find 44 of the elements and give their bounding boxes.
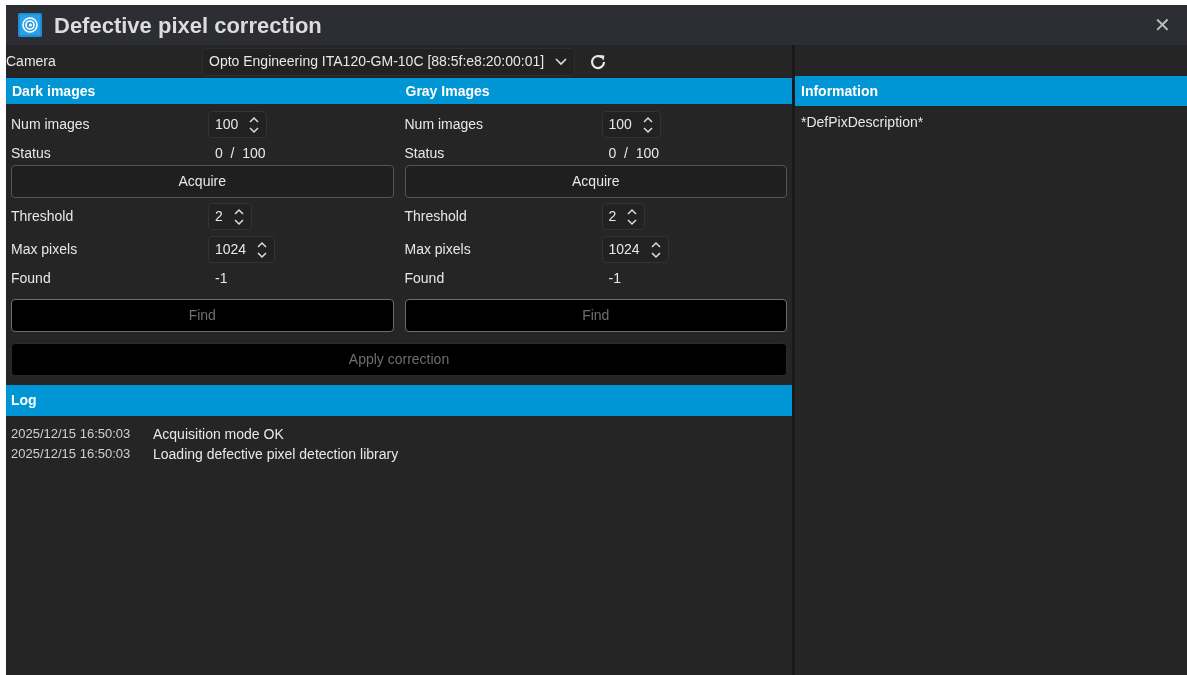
value-text: 0 / 100 xyxy=(607,143,660,163)
field-label: Found xyxy=(11,268,52,288)
acquire-button[interactable]: Acquire xyxy=(404,165,787,198)
number-spinner[interactable]: 2 xyxy=(601,203,646,230)
acquire-button[interactable]: Acquire xyxy=(11,165,394,198)
field-label: Threshold xyxy=(11,207,75,226)
log-time: 2025/12/15 16:50:03 xyxy=(11,425,132,444)
number-spinner[interactable]: 1024 xyxy=(208,236,276,263)
close-button[interactable]: ✕ xyxy=(1150,10,1175,40)
value-text: -1 xyxy=(214,268,228,288)
information-text: *DefPixDescription* xyxy=(800,113,925,132)
section-header: Dark images xyxy=(6,78,405,104)
field-label: Max pixels xyxy=(11,240,79,259)
field-label: Status xyxy=(11,143,52,163)
field-label: Num images xyxy=(404,115,485,134)
field-label: Threshold xyxy=(404,207,468,226)
spinner-arrows-icon[interactable] xyxy=(232,206,245,227)
spinner-arrows-icon[interactable] xyxy=(248,114,261,135)
field-label: Max pixels xyxy=(404,240,472,259)
number-spinner[interactable]: 100 xyxy=(208,111,268,138)
camera-dropdown[interactable]: Opto Engineering ITA120-GM-10C [88:5f:e8:20:00:01] xyxy=(202,47,576,76)
field-label: Camera xyxy=(6,52,57,71)
value-text: -1 xyxy=(607,268,621,288)
value-text: 0 / 100 xyxy=(214,143,266,163)
window-title: Defective pixel correction xyxy=(54,11,322,40)
field-label: Num images xyxy=(11,115,91,134)
spinner-arrows-icon[interactable] xyxy=(626,206,639,227)
log-message: Loading defective pixel detection library xyxy=(153,444,399,464)
number-spinner[interactable]: 1024 xyxy=(601,236,669,263)
field-label: Status xyxy=(404,143,446,163)
number-spinner[interactable]: 2 xyxy=(208,203,252,230)
spinner-arrows-icon[interactable] xyxy=(649,239,662,260)
spinner-arrows-icon[interactable] xyxy=(641,114,654,135)
chevron-down-icon xyxy=(554,56,569,67)
refresh-icon[interactable] xyxy=(589,52,608,71)
app-logo-icon xyxy=(18,13,42,37)
field-label: Found xyxy=(404,268,446,288)
log-time: 2025/12/15 16:50:03 xyxy=(11,445,132,464)
section-title: Log xyxy=(11,391,37,410)
spinner-arrows-icon[interactable] xyxy=(256,239,269,260)
log-message: Acquisition mode OK xyxy=(153,424,284,444)
number-spinner[interactable]: 100 xyxy=(601,111,661,138)
section-header: Gray Images xyxy=(404,78,792,104)
section-title: Information xyxy=(801,81,878,101)
